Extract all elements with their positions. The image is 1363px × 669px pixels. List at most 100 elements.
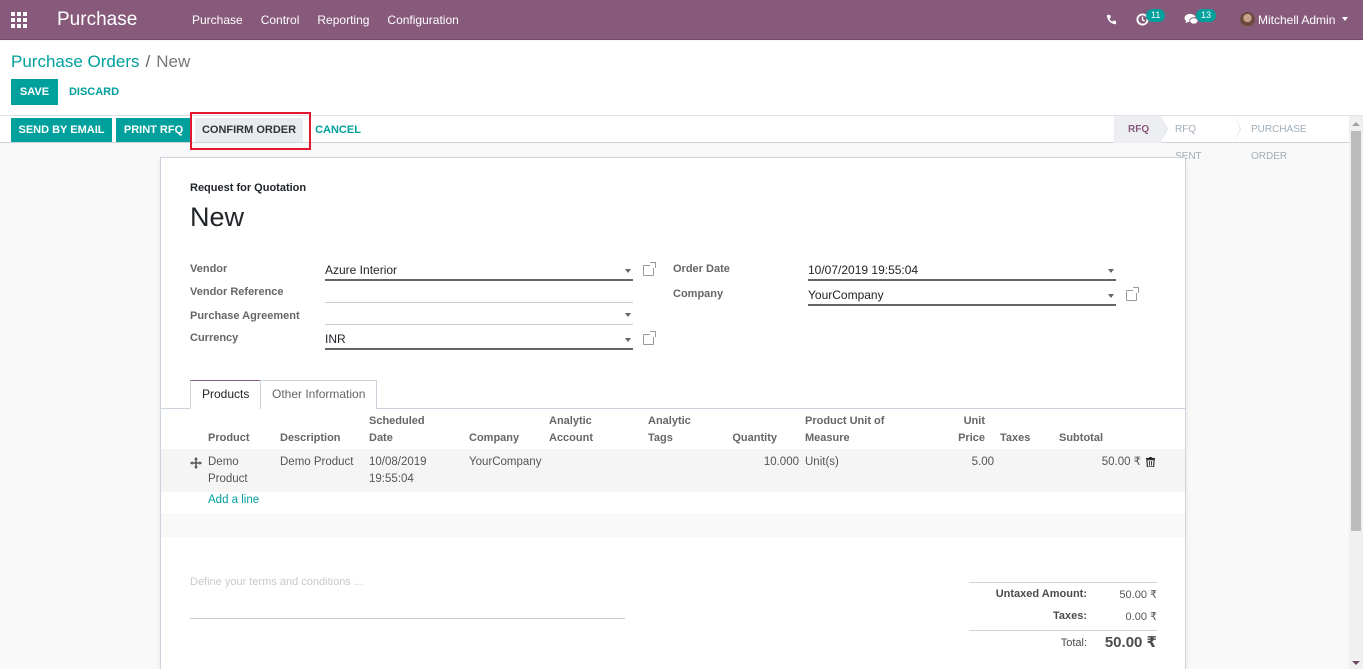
send-by-email-button[interactable]: SEND BY EMAIL bbox=[11, 118, 112, 142]
scroll-up-arrow-icon[interactable] bbox=[1352, 122, 1360, 126]
company-value: YourCompany bbox=[808, 288, 884, 302]
save-button[interactable]: SAVE bbox=[11, 79, 58, 105]
tab-products[interactable]: Products bbox=[190, 380, 262, 409]
col-header-unit-price-line2: Price bbox=[958, 432, 985, 444]
control-panel: Purchase Orders / New SAVE DISCARD bbox=[0, 41, 1363, 116]
col-header-subtotal[interactable]: Subtotal bbox=[1059, 430, 1103, 447]
phone-icon[interactable] bbox=[1106, 14, 1117, 25]
order-date-value: 10/07/2019 19:55:04 bbox=[808, 263, 919, 277]
user-avatar[interactable] bbox=[1240, 12, 1255, 27]
purchase-agreement-label: Purchase Agreement bbox=[190, 310, 300, 322]
currency-label: Currency bbox=[190, 332, 239, 344]
col-header-scheduled-date-line2: Date bbox=[369, 432, 393, 444]
vendor-field[interactable]: Azure Interior bbox=[325, 261, 633, 281]
apps-grid-icon[interactable] bbox=[11, 12, 28, 28]
col-header-analytic-tags-line2: Tags bbox=[648, 432, 673, 444]
form-sheet: Request for Quotation New Vendor Azure I… bbox=[160, 157, 1186, 669]
terms-and-conditions-input[interactable]: Define your terms and conditions ... bbox=[190, 576, 625, 619]
vendor-external-link-icon[interactable] bbox=[643, 262, 656, 276]
stage-rfq-sent[interactable]: RFQ SENT bbox=[1161, 116, 1241, 162]
page-scrollbar[interactable] bbox=[1349, 116, 1363, 669]
taxes-value: 0.00 ₹ bbox=[1125, 611, 1157, 623]
menu-item-configuration[interactable]: Configuration bbox=[387, 13, 458, 27]
cancel-button[interactable]: CANCEL bbox=[311, 118, 365, 142]
stage-rfq[interactable]: RFQ bbox=[1114, 116, 1168, 143]
vendor-label: Vendor bbox=[190, 263, 228, 275]
breadcrumb-separator: / bbox=[145, 52, 151, 71]
vendor-reference-input[interactable] bbox=[325, 283, 633, 303]
confirm-order-highlight-box bbox=[190, 112, 311, 150]
totals-top-divider bbox=[969, 582, 1157, 583]
top-navbar: Purchase Purchase Control Reporting Conf… bbox=[0, 0, 1363, 40]
company-dropdown-icon[interactable] bbox=[1108, 294, 1114, 298]
add-a-line-link[interactable]: Add a line bbox=[208, 494, 259, 506]
app-title: Purchase bbox=[57, 9, 138, 30]
col-header-unit-price[interactable]: Unit Price bbox=[931, 413, 985, 447]
cell-quantity[interactable]: 10.000 bbox=[717, 454, 799, 471]
order-date-field[interactable]: 10/07/2019 19:55:04 bbox=[808, 261, 1116, 281]
stage-purchase-order[interactable]: PURCHASE ORDER bbox=[1234, 116, 1349, 162]
menu-item-control[interactable]: Control bbox=[261, 13, 300, 27]
col-header-description[interactable]: Description bbox=[280, 430, 341, 447]
purchase-agreement-field[interactable] bbox=[325, 305, 633, 325]
company-external-link-icon[interactable] bbox=[1126, 287, 1139, 301]
drag-handle-icon[interactable] bbox=[190, 457, 202, 469]
breadcrumb-current: New bbox=[156, 52, 191, 71]
col-header-quantity[interactable]: Quantity bbox=[717, 430, 777, 447]
currency-dropdown-icon[interactable] bbox=[625, 338, 631, 342]
vendor-value: Azure Interior bbox=[325, 263, 398, 277]
status-stages: RFQ RFQ SENT PURCHASE ORDER bbox=[1114, 116, 1349, 162]
stage-rfq-label: RFQ bbox=[1128, 124, 1150, 135]
discard-button[interactable]: DISCARD bbox=[62, 79, 126, 105]
company-field[interactable]: YourCompany bbox=[808, 286, 1116, 306]
col-header-uom-line2: Measure bbox=[805, 432, 850, 444]
col-header-taxes[interactable]: Taxes bbox=[1000, 430, 1030, 447]
cell-product-line2: Product bbox=[208, 473, 248, 485]
cell-subtotal: 50.00 ₹ bbox=[1101, 456, 1141, 468]
purchase-agreement-dropdown-icon[interactable] bbox=[625, 313, 631, 317]
col-header-scheduled-date[interactable]: Scheduled Date bbox=[369, 413, 425, 447]
vendor-dropdown-icon[interactable] bbox=[625, 269, 631, 273]
order-date-dropdown-icon[interactable] bbox=[1108, 269, 1114, 273]
tab-other-information[interactable]: Other Information bbox=[260, 380, 378, 409]
menu-item-purchase[interactable]: Purchase bbox=[192, 13, 243, 27]
company-label: Company bbox=[673, 288, 724, 300]
print-rfq-button[interactable]: PRINT RFQ bbox=[116, 118, 191, 142]
col-header-uom[interactable]: Product Unit of Measure bbox=[805, 413, 884, 447]
untaxed-amount-value: 50.00 ₹ bbox=[1119, 589, 1157, 601]
currency-field[interactable]: INR bbox=[325, 330, 633, 350]
scroll-thumb[interactable] bbox=[1351, 131, 1361, 531]
order-date-label: Order Date bbox=[673, 263, 730, 275]
col-header-product[interactable]: Product bbox=[208, 430, 250, 447]
col-header-analytic-tags[interactable]: Analytic Tags bbox=[648, 413, 691, 447]
form-subtitle: Request for Quotation bbox=[190, 182, 307, 194]
col-header-scheduled-date-line1: Scheduled bbox=[369, 415, 425, 427]
cell-product[interactable]: Demo Product bbox=[208, 454, 248, 488]
breadcrumb: Purchase Orders / New bbox=[11, 52, 190, 72]
cell-uom[interactable]: Unit(s) bbox=[805, 454, 839, 471]
delete-row-trash-icon[interactable] bbox=[1146, 457, 1155, 467]
total-value: 50.00 ₹ bbox=[1104, 634, 1157, 651]
stage-purchase-order-label: PURCHASE ORDER bbox=[1251, 124, 1307, 162]
cell-unit-price[interactable]: 5.00 bbox=[931, 454, 994, 471]
cell-scheduled-date[interactable]: 10/08/2019 19:55:04 bbox=[369, 454, 427, 488]
user-menu[interactable]: Mitchell Admin bbox=[1258, 13, 1335, 27]
vendor-reference-label: Vendor Reference bbox=[190, 286, 284, 298]
user-menu-caret-icon[interactable] bbox=[1342, 17, 1348, 21]
col-header-analytic-account[interactable]: Analytic Account bbox=[549, 413, 593, 447]
currency-external-link-icon[interactable] bbox=[643, 331, 656, 345]
table-empty-row bbox=[161, 513, 1185, 537]
cell-company[interactable]: YourCompany bbox=[469, 454, 541, 471]
scroll-down-arrow-icon[interactable] bbox=[1352, 661, 1360, 665]
cell-description[interactable]: Demo Product bbox=[280, 454, 354, 471]
totals-bottom-divider bbox=[969, 630, 1157, 631]
breadcrumb-purchase-orders[interactable]: Purchase Orders bbox=[11, 52, 140, 71]
form-title: New bbox=[190, 202, 245, 232]
col-header-analytic-account-line1: Analytic bbox=[549, 415, 592, 427]
menu-item-reporting[interactable]: Reporting bbox=[317, 13, 369, 27]
main-menu: Purchase Control Reporting Configuration bbox=[192, 13, 477, 27]
col-header-uom-line1: Product Unit of bbox=[805, 415, 885, 427]
activity-count-badge: 11 bbox=[1146, 9, 1166, 22]
col-header-company[interactable]: Company bbox=[469, 430, 519, 447]
cell-product-line1: Demo bbox=[208, 456, 239, 468]
